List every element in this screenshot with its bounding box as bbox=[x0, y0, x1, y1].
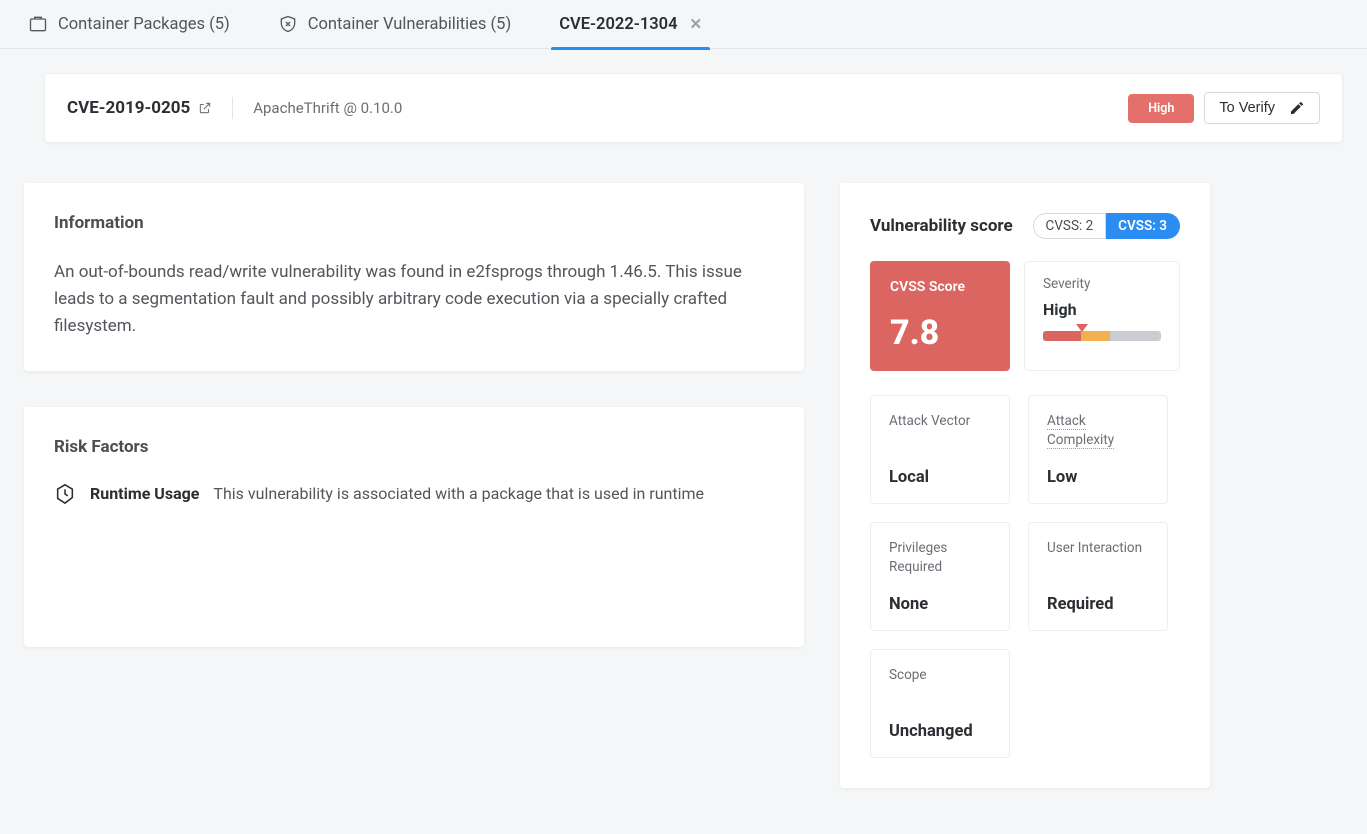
metric-label: Scope bbox=[889, 666, 991, 704]
risk-factors-title: Risk Factors bbox=[54, 437, 774, 457]
cvss-metric: Attack Complexity Low bbox=[1028, 395, 1168, 504]
tab-label: CVE-2022-1304 bbox=[559, 15, 677, 34]
package-icon bbox=[28, 14, 48, 34]
metric-label: Attack Vector bbox=[889, 412, 991, 450]
vulnerability-score-heading: Vulnerability score bbox=[870, 216, 1013, 236]
severity-badge: High bbox=[1128, 94, 1194, 123]
tab-container-vulnerabilities[interactable]: Container Vulnerabilities (5) bbox=[278, 0, 511, 49]
information-card: Information An out-of-bounds read/write … bbox=[24, 183, 804, 371]
metric-value: Low bbox=[1047, 468, 1149, 487]
risk-item-desc: This vulnerability is associated with a … bbox=[213, 484, 704, 503]
cvss-metric: Attack Vector Local bbox=[870, 395, 1010, 504]
information-title: Information bbox=[54, 213, 774, 233]
tab-container-packages[interactable]: Container Packages (5) bbox=[28, 0, 230, 49]
severity-bar bbox=[1043, 331, 1161, 341]
cve-header-card: CVE-2019-0205 ApacheThrift @ 0.10.0 High… bbox=[44, 73, 1343, 143]
to-verify-label: To Verify bbox=[1219, 100, 1275, 116]
to-verify-button[interactable]: To Verify bbox=[1204, 92, 1320, 124]
vulnerability-score-card: Vulnerability score CVSS: 2 CVSS: 3 CVSS… bbox=[840, 183, 1210, 788]
risk-item: Runtime Usage This vulnerability is asso… bbox=[54, 483, 774, 505]
metric-value: None bbox=[889, 595, 991, 614]
cve-id: CVE-2019-0205 bbox=[67, 98, 190, 118]
cvss-score-value: 7.8 bbox=[890, 313, 990, 353]
edit-icon bbox=[1289, 100, 1305, 116]
tab-label: Container Vulnerabilities (5) bbox=[308, 15, 511, 34]
tab-label: Container Packages (5) bbox=[58, 15, 230, 34]
cvss-score-box: CVSS Score 7.8 bbox=[870, 261, 1010, 371]
cvss-metric: Privileges Required None bbox=[870, 522, 1010, 631]
shield-x-icon bbox=[278, 14, 298, 34]
cvss2-pill[interactable]: CVSS: 2 bbox=[1033, 213, 1107, 239]
runtime-icon bbox=[54, 483, 76, 505]
metric-label: Attack Complexity bbox=[1047, 412, 1149, 450]
risk-factors-card: Risk Factors Runtime Usage This vulnerab… bbox=[24, 407, 804, 647]
metric-label: User Interaction bbox=[1047, 539, 1149, 577]
cvss-version-toggle: CVSS: 2 CVSS: 3 bbox=[1033, 213, 1180, 239]
information-body: An out-of-bounds read/write vulnerabilit… bbox=[54, 259, 774, 341]
external-link-icon[interactable] bbox=[198, 101, 212, 115]
cvss-metric: User Interaction Required bbox=[1028, 522, 1168, 631]
severity-box: Severity High bbox=[1024, 261, 1180, 371]
cvss-metric: Scope Unchanged bbox=[870, 649, 1010, 758]
package-reference: ApacheThrift @ 0.10.0 bbox=[253, 99, 402, 117]
cvss3-pill[interactable]: CVSS: 3 bbox=[1106, 213, 1180, 239]
tab-cve-detail[interactable]: CVE-2022-1304 ✕ bbox=[559, 0, 702, 49]
divider bbox=[232, 97, 233, 119]
tab-bar: Container Packages (5) Container Vulnera… bbox=[0, 0, 1367, 49]
close-icon[interactable]: ✕ bbox=[690, 17, 703, 32]
cvss-score-label: CVSS Score bbox=[890, 279, 990, 295]
metric-label: Privileges Required bbox=[889, 539, 991, 577]
severity-label: Severity bbox=[1043, 276, 1161, 292]
metric-value: Required bbox=[1047, 595, 1149, 614]
metric-value: Local bbox=[889, 468, 991, 487]
severity-pointer bbox=[1076, 324, 1088, 332]
severity-value: High bbox=[1043, 300, 1161, 319]
risk-item-label: Runtime Usage bbox=[90, 484, 199, 503]
cvss-metrics-grid: Attack Vector Local Attack Complexity Low Pr… bbox=[870, 395, 1180, 758]
metric-value: Unchanged bbox=[889, 722, 991, 741]
